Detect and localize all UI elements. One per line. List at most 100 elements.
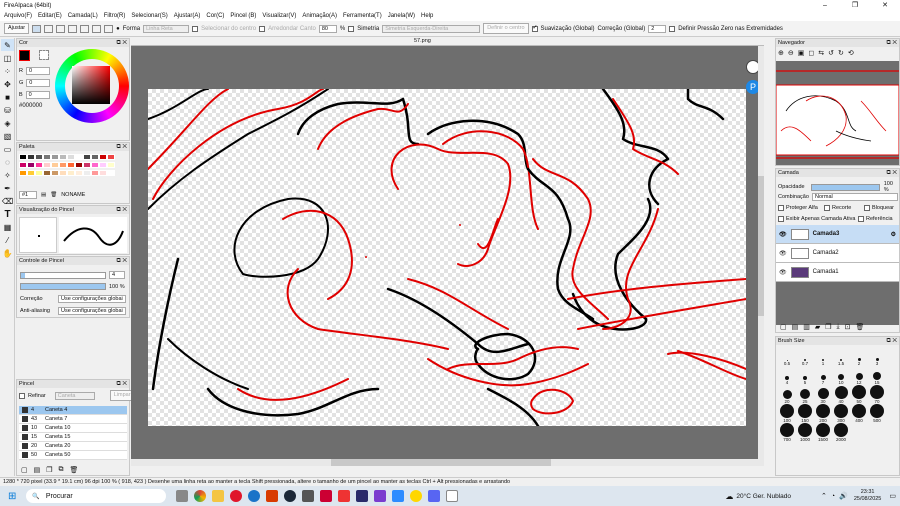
rounded-input[interactable]: 80 — [318, 24, 337, 33]
office-icon[interactable] — [266, 490, 279, 502]
search-box[interactable]: 🔍 Procurar — [26, 489, 167, 503]
list-item[interactable]: 20 Caneta 20 — [19, 442, 127, 451]
palette-swatch[interactable] — [59, 170, 67, 176]
list-item[interactable]: 43 Caneta 7 — [19, 415, 127, 424]
palette-swatch[interactable] — [19, 154, 27, 160]
palette-delete-icon[interactable]: 🗑 — [50, 192, 57, 198]
network-icon[interactable]: ◔ — [831, 493, 835, 500]
brush-size-cell[interactable]: 25 — [796, 385, 814, 404]
app-icon[interactable] — [302, 490, 315, 502]
palette-swatch[interactable] — [83, 170, 91, 176]
menu-item[interactable]: Animação(A) — [302, 13, 337, 19]
layer-opacity-slider[interactable] — [811, 183, 880, 191]
duplicate-brush-icon[interactable]: ❐ — [46, 466, 52, 474]
new-brush-icon[interactable]: ▢ — [21, 466, 28, 474]
volume-icon[interactable]: 🔊 — [839, 492, 848, 500]
brush-size-cell[interactable]: 100 — [778, 404, 796, 423]
brush-mode-icon[interactable] — [32, 24, 42, 33]
brush-size-cell[interactable]: 50 — [850, 385, 868, 404]
duplicate-layer-icon[interactable]: ❐ — [825, 323, 831, 331]
menu-item[interactable]: Help — [421, 13, 433, 19]
palette-swatch[interactable] — [19, 170, 27, 176]
brush-size-cell[interactable]: 4 — [778, 366, 796, 385]
transparent-color-swatch[interactable] — [39, 50, 49, 60]
rotate-reset-icon[interactable]: ⟲ — [848, 49, 854, 57]
lasso-tool-icon[interactable]: ◌ — [1, 156, 14, 168]
clock-date[interactable]: 25/08/2025 — [854, 496, 882, 503]
zoom-in-icon[interactable]: ⊕ — [778, 49, 784, 57]
hand-tool-icon[interactable]: ✋ — [1, 247, 14, 259]
weather-icon[interactable]: ☁ — [725, 492, 733, 501]
layer-row[interactable]: 👁 Camada1 — [776, 263, 899, 282]
delete-brush-icon[interactable]: 🗑 — [70, 466, 79, 474]
fill-rect-tool-icon[interactable]: ■ — [1, 91, 14, 103]
frame-tool-icon[interactable]: ▦ — [1, 221, 14, 233]
reference-checkbox[interactable] — [858, 216, 864, 222]
navigator-preview[interactable] — [775, 61, 900, 165]
fill-mode-icon[interactable] — [104, 24, 114, 33]
palette-swatch[interactable] — [99, 162, 107, 168]
brush-size-cell[interactable]: 500 — [868, 404, 886, 423]
palette-swatch[interactable] — [67, 162, 75, 168]
adjust-button[interactable]: Ajustar — [4, 23, 30, 34]
app-icon[interactable] — [356, 490, 369, 502]
hue-wheel[interactable] — [55, 49, 129, 123]
palette-swatch[interactable] — [75, 154, 83, 160]
saturation-square[interactable] — [72, 66, 110, 104]
visibility-icon[interactable]: 👁 — [779, 269, 787, 276]
r-input[interactable]: 0 — [25, 67, 50, 75]
palette-swatch[interactable] — [107, 162, 115, 168]
close-icon[interactable]: ✕ — [870, 0, 900, 11]
select-pen-tool-icon[interactable]: ✒ — [1, 182, 14, 194]
polyline-mode-icon[interactable] — [92, 24, 102, 33]
document-tab[interactable]: 57.png — [414, 38, 431, 44]
palette-swatch[interactable] — [91, 154, 99, 160]
move-tool-icon[interactable]: ✥ — [1, 78, 14, 90]
brush-size-cell[interactable]: 10 — [832, 366, 850, 385]
eyedropper-tool-icon[interactable]: ⁄ — [1, 234, 14, 246]
menu-item[interactable]: Ferramenta(T) — [343, 13, 382, 19]
windows-start-icon[interactable]: ⊞ — [8, 491, 16, 502]
list-item[interactable]: 10 Caneta 10 — [19, 424, 127, 433]
new-8bit-layer-icon[interactable]: ▤ — [792, 323, 799, 331]
app-icon[interactable] — [338, 490, 351, 502]
palette-swatch[interactable] — [107, 154, 115, 160]
symmetry-checkbox[interactable] — [348, 25, 355, 32]
palette-swatch[interactable] — [51, 170, 59, 176]
vertical-scrollbar[interactable] — [758, 46, 764, 459]
brush-size-cell[interactable]: 70 — [868, 385, 886, 404]
palette-swatch[interactable] — [99, 154, 107, 160]
rotate-left-icon[interactable]: ↺ — [828, 49, 834, 57]
palette-index-select[interactable]: #1 — [19, 191, 37, 199]
brush-opacity-slider[interactable] — [20, 283, 106, 290]
primary-color-swatch[interactable] — [19, 50, 30, 61]
canvas-area[interactable]: P — [131, 46, 764, 466]
rect-mode-icon[interactable] — [68, 24, 78, 33]
menu-item[interactable]: Filtro(R) — [104, 13, 126, 19]
menu-item[interactable]: Visualizar(V) — [262, 13, 296, 19]
fill-tool-icon[interactable]: ◈ — [1, 117, 14, 129]
brush-copy-icon[interactable]: ⧉ — [59, 466, 64, 474]
brush-size-cell[interactable]: 12 — [850, 366, 868, 385]
lock-checkbox[interactable] — [864, 205, 870, 211]
palette-swatch[interactable] — [35, 162, 43, 168]
clock-time[interactable]: 23:31 — [861, 489, 875, 496]
new-layer-icon[interactable]: ▢ — [780, 323, 787, 331]
palette-swatch[interactable] — [83, 162, 91, 168]
maximize-icon[interactable]: ❐ — [840, 0, 870, 11]
zoom-fit-icon[interactable]: ▣ — [798, 49, 805, 57]
eraser-tool-icon[interactable]: ◫ — [1, 52, 14, 64]
layer-settings-icon[interactable]: ⚙ — [891, 231, 896, 238]
brush-file-icon[interactable]: ▤ — [34, 466, 41, 474]
app-icon[interactable] — [320, 490, 333, 502]
aa-select[interactable]: Use configurações globai — [58, 307, 126, 315]
notification-icon[interactable]: ▭ — [889, 492, 896, 500]
brush-size-cell[interactable]: 15 — [868, 366, 886, 385]
palette-swatch[interactable] — [27, 154, 35, 160]
app-icon[interactable] — [410, 490, 423, 502]
palette-swatch[interactable] — [43, 170, 51, 176]
brush-size-input[interactable]: 4 — [109, 271, 125, 279]
drawing-canvas[interactable] — [148, 89, 746, 426]
minimize-icon[interactable]: – — [810, 0, 840, 11]
visibility-icon[interactable]: 👁 — [779, 250, 787, 257]
